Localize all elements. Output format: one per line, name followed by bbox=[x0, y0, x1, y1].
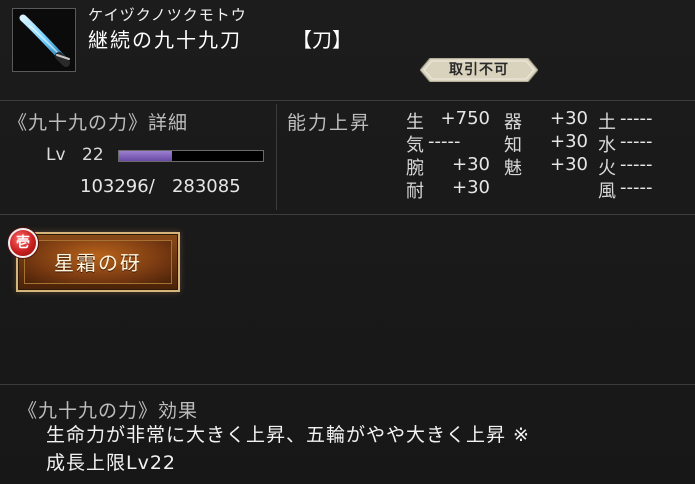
stats-divider bbox=[0, 214, 695, 215]
stat-value: +30 bbox=[550, 154, 588, 175]
effect-divider bbox=[0, 384, 695, 385]
stat-wind: 風 ----- bbox=[598, 177, 688, 202]
skill-slot-badge: 壱 bbox=[8, 228, 38, 258]
stat-earth: 土 ----- bbox=[598, 108, 688, 133]
skill-inner: 星霜の砑 bbox=[24, 240, 172, 284]
stat-value: +30 bbox=[550, 108, 588, 129]
trade-status-label: 取引不可 bbox=[449, 62, 509, 78]
stat-value: ----- bbox=[620, 108, 653, 129]
stat-life: 生 +750 bbox=[406, 108, 500, 133]
stat-water: 水 ----- bbox=[598, 131, 688, 156]
column-divider bbox=[276, 104, 277, 210]
item-detail-panel: ケイヅクノツクモトウ 継続の九十九刀 【刀】 取引不可 《九十九の力》詳細 Lv… bbox=[0, 0, 695, 484]
stats-grid: 生 +750 器 +30 土 ----- 気 ----- 知 +30 水 ---… bbox=[406, 108, 691, 204]
item-type: 【刀】 bbox=[292, 28, 352, 52]
exp-progress-fill bbox=[119, 151, 172, 161]
exp-progress-bar bbox=[118, 150, 264, 162]
stat-value: +30 bbox=[452, 154, 490, 175]
stat-value: +750 bbox=[440, 108, 490, 129]
stat-charm: 魅 +30 bbox=[504, 154, 598, 179]
stat-label: 風 bbox=[598, 181, 616, 202]
skill-button[interactable]: 星霜の砑 壱 bbox=[8, 228, 180, 294]
item-name: 継続の九十九刀 bbox=[88, 28, 242, 52]
skill-label: 星霜の砑 bbox=[54, 251, 142, 275]
stat-value: ----- bbox=[620, 177, 653, 198]
stat-label: 耐 bbox=[406, 181, 424, 202]
stat-endurance: 耐 +30 bbox=[406, 177, 500, 202]
stat-fire: 火 ----- bbox=[598, 154, 688, 179]
trade-status-badge: 取引不可 bbox=[420, 58, 538, 82]
stat-value: ----- bbox=[620, 131, 653, 152]
header-divider bbox=[0, 100, 695, 101]
skill-frame: 星霜の砑 bbox=[16, 232, 180, 292]
item-icon-slot bbox=[12, 8, 76, 72]
exp-text: 103296/ 283085 bbox=[80, 176, 241, 197]
stat-value: ----- bbox=[428, 131, 461, 152]
stat-value: +30 bbox=[452, 177, 490, 198]
effect-title: 《九十九の力》効果 bbox=[18, 400, 199, 422]
stat-value: ----- bbox=[620, 154, 653, 175]
level-label: Lv bbox=[46, 145, 66, 165]
stat-value: +30 bbox=[550, 131, 588, 152]
effect-level-cap: 成長上限Lv22 bbox=[46, 452, 177, 474]
sword-icon bbox=[13, 9, 75, 71]
stat-arm: 腕 +30 bbox=[406, 154, 500, 179]
item-reading: ケイヅクノツクモトウ bbox=[88, 6, 247, 24]
stat-intellect: 知 +30 bbox=[504, 131, 598, 156]
effect-description: 生命力が非常に大きく上昇、五輪がやや大きく上昇 ※ bbox=[46, 424, 530, 446]
stat-spirit: 気 ----- bbox=[406, 131, 500, 156]
power-detail-title: 《九十九の力》詳細 bbox=[8, 112, 189, 134]
stat-empty bbox=[504, 177, 598, 200]
stats-title: 能力上昇 bbox=[287, 112, 372, 134]
level-value: 22 bbox=[82, 145, 104, 165]
stat-vessel: 器 +30 bbox=[504, 108, 598, 133]
